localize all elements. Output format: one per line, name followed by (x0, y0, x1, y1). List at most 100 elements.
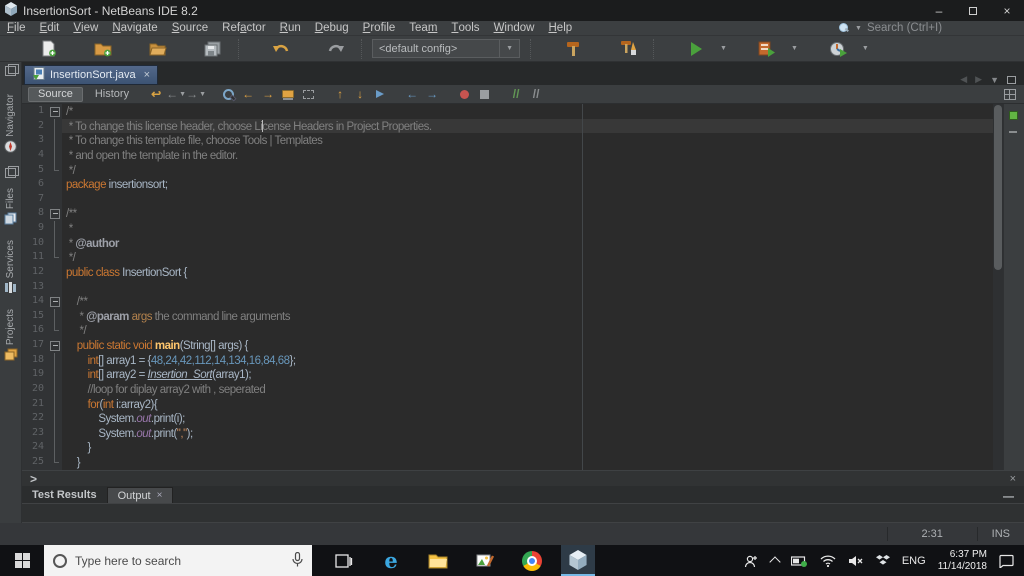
taskbar-clock[interactable]: 6:37 PM 11/14/2018 (938, 549, 987, 573)
minimize-button[interactable]: – (922, 0, 956, 21)
line-number[interactable]: 25 (22, 455, 48, 470)
maximize-window-icon[interactable] (1007, 75, 1016, 84)
run-dropdown-icon[interactable]: ▼ (720, 45, 727, 52)
line-number[interactable]: 19 (22, 367, 48, 382)
action-center-icon[interactable] (999, 554, 1014, 568)
insert-mode-indicator[interactable]: INS (976, 527, 1024, 541)
line-number[interactable]: 16 (22, 323, 48, 338)
next-bookmark-icon[interactable] (371, 86, 389, 102)
search-dropdown-icon[interactable]: ▼ (855, 25, 862, 32)
code-line[interactable]: 19 int[] array2 = Insertion_Sort(array1)… (22, 367, 1024, 382)
code-line[interactable]: 11 */ (22, 250, 1024, 265)
line-number[interactable]: 17 (22, 338, 48, 353)
code-line[interactable]: 17 public static void main(String[] args… (22, 338, 1024, 353)
menu-file[interactable]: File (0, 21, 33, 36)
line-number[interactable]: 7 (22, 191, 48, 207)
code-line[interactable]: 22 System.out.print(i); (22, 411, 1024, 426)
forward-icon[interactable]: → ▼ (186, 86, 206, 102)
save-all-icon[interactable] (198, 33, 228, 64)
sidebar-item-files[interactable]: Files (4, 188, 17, 230)
code-line[interactable]: 7 (22, 191, 1024, 207)
view-history-button[interactable]: History (95, 88, 129, 100)
line-number[interactable]: 5 (22, 162, 48, 178)
line-number[interactable]: 15 (22, 308, 48, 324)
uncomment-icon[interactable]: // (527, 86, 545, 102)
fold-toggle-icon[interactable] (48, 294, 62, 309)
clean-build-project-icon[interactable] (613, 33, 643, 64)
line-number[interactable]: 21 (22, 396, 48, 412)
code-line[interactable]: 3 * To change this template file, choose… (22, 133, 1024, 148)
menu-window[interactable]: Window (487, 21, 542, 36)
code-line[interactable]: 10 * @author (22, 235, 1024, 251)
find-selection-icon[interactable] (219, 86, 237, 102)
line-number[interactable]: 8 (22, 206, 48, 221)
profile-project-icon[interactable] (823, 33, 853, 64)
code-line[interactable]: 16 */ (22, 323, 1024, 338)
comment-icon[interactable]: // (507, 86, 525, 102)
code-line[interactable]: 6 package insertionsort; (22, 177, 1024, 192)
tab-close-icon[interactable]: × (157, 490, 163, 501)
line-number[interactable]: 11 (22, 250, 48, 265)
scroll-tabs-right-icon[interactable]: ▶ (975, 74, 982, 85)
stop-macro-icon[interactable] (475, 86, 493, 102)
code-line[interactable]: 9 * (22, 221, 1024, 236)
code-editor[interactable]: 1/* 2 * To change this license header, ch… (22, 104, 1024, 470)
dock-window-icon[interactable] (5, 64, 19, 76)
code-line[interactable]: 8 /** (22, 206, 1024, 221)
config-dropdown-icon[interactable]: ▼ (499, 40, 519, 57)
code-line[interactable]: 18 int[] array1 = {48,24,42,112,14,134,1… (22, 352, 1024, 368)
restore-button[interactable] (956, 0, 990, 21)
undo-icon[interactable] (266, 33, 296, 64)
debug-dropdown-icon[interactable]: ▼ (791, 45, 798, 52)
line-number[interactable]: 23 (22, 425, 48, 441)
redo-icon[interactable] (321, 33, 351, 64)
config-combobox[interactable]: <default config> ▼ (372, 39, 520, 58)
line-number[interactable]: 2 (22, 118, 48, 134)
last-edit-position-icon[interactable]: ↩ (147, 86, 165, 102)
previous-occurrence-icon[interactable]: ← (239, 86, 257, 102)
wifi-icon[interactable] (820, 554, 836, 567)
profile-dropdown-icon[interactable]: ▼ (862, 45, 869, 52)
line-number[interactable]: 9 (22, 221, 48, 236)
move-down-icon[interactable]: ↓ (351, 86, 369, 102)
back-icon[interactable]: ← ▼ (166, 86, 186, 102)
scroll-tabs-left-icon[interactable]: ◀ (960, 74, 967, 85)
minimize-panel-icon[interactable]: — (1003, 491, 1024, 503)
move-up-icon[interactable]: ↑ (331, 86, 349, 102)
editor-vertical-scrollbar[interactable] (993, 104, 1003, 470)
breadcrumb-chevron-icon[interactable]: > (22, 472, 37, 486)
search-placeholder[interactable]: Search (Ctrl+I) (867, 22, 942, 34)
taskbar-search[interactable]: Type here to search (44, 545, 312, 576)
language-indicator[interactable]: ENG (902, 555, 926, 567)
search-icon[interactable] (839, 23, 849, 33)
open-project-icon[interactable] (143, 33, 173, 64)
code-line[interactable]: 5 */ (22, 162, 1024, 178)
code-line[interactable]: 14 /** (22, 294, 1024, 309)
code-line[interactable]: 21 for(int i:array2){ (22, 396, 1024, 412)
view-source-button[interactable]: Source (28, 86, 83, 102)
line-number[interactable]: 14 (22, 294, 48, 309)
dock-window-icon[interactable] (5, 165, 19, 178)
file-explorer-icon[interactable] (423, 545, 453, 576)
fold-toggle-icon[interactable] (48, 206, 62, 221)
shift-right-icon[interactable]: → (423, 86, 441, 102)
no-errors-badge[interactable] (1009, 111, 1018, 120)
task-view-button[interactable] (329, 545, 359, 576)
code-line[interactable]: 13 (22, 279, 1024, 295)
code-line[interactable]: 20 //loop for diplay array2 with , seper… (22, 381, 1024, 397)
chrome-icon[interactable] (517, 545, 547, 576)
debug-project-icon[interactable] (752, 33, 782, 64)
bottom-tab-output[interactable]: Output × (106, 487, 174, 503)
menu-tools[interactable]: Tools (444, 21, 486, 36)
line-number[interactable]: 24 (22, 440, 48, 455)
code-line[interactable]: 12 public class InsertionSort { (22, 264, 1024, 280)
close-button[interactable]: × (990, 0, 1024, 21)
line-number[interactable]: 22 (22, 411, 48, 426)
editor-tab-insertionsort[interactable]: InsertionSort.java × (24, 65, 159, 85)
toggle-highlight-icon[interactable] (279, 86, 297, 102)
sidebar-item-services[interactable]: Services (4, 240, 17, 299)
record-macro-icon[interactable] (455, 86, 473, 102)
stripe-mark[interactable] (1009, 131, 1017, 133)
paint-icon[interactable] (470, 545, 500, 576)
line-number[interactable]: 10 (22, 235, 48, 251)
